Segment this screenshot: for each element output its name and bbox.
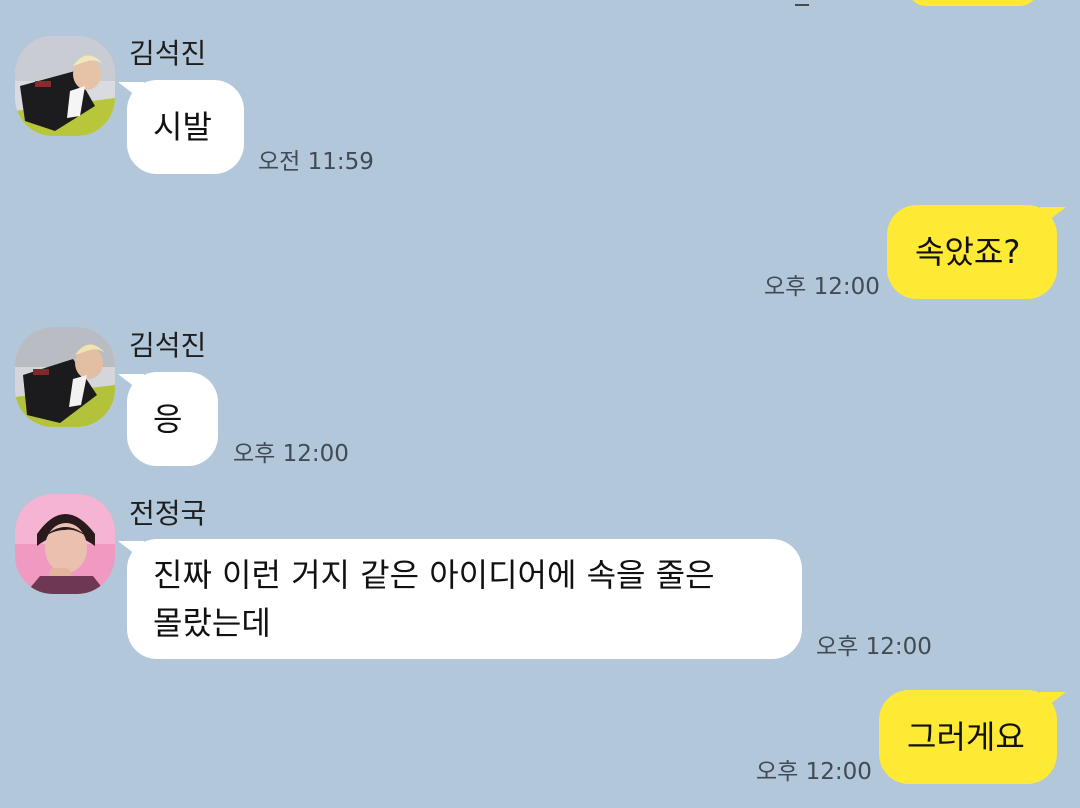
avatar-kim-seokjin[interactable] bbox=[15, 36, 115, 136]
message-timestamp: 오후 12:00 bbox=[764, 274, 880, 300]
message-text: 시발 bbox=[153, 108, 212, 146]
message-bubble-incoming[interactable]: 시발 bbox=[118, 80, 244, 174]
avatar-photo-kim-seokjin bbox=[15, 36, 115, 136]
message-timestamp: 오전 11:59 bbox=[258, 149, 374, 175]
message-bubble-outgoing[interactable]: 속았죠? bbox=[887, 205, 1066, 299]
previous-message-bubble-partial bbox=[908, 0, 1038, 6]
message-timestamp: 오후 12:00 bbox=[816, 634, 932, 660]
message-text-line-2: 몰랐는데 bbox=[153, 604, 271, 642]
message-bubble-incoming[interactable]: 진짜 이런 거지 같은 아이디어에 속을 줄은 몰랐는데 bbox=[118, 539, 802, 659]
sender-name: 전정국 bbox=[129, 497, 207, 530]
previous-message-timestamp-partial bbox=[795, 4, 809, 6]
avatar-jeon-jungkook[interactable] bbox=[15, 494, 115, 594]
message-text: 응 bbox=[153, 400, 183, 438]
avatar-kim-seokjin[interactable] bbox=[15, 327, 115, 427]
message-bubble-outgoing[interactable]: 그러게요 bbox=[879, 690, 1066, 784]
sender-name: 김석진 bbox=[129, 329, 207, 362]
message-timestamp: 오후 12:00 bbox=[233, 441, 349, 467]
avatar-photo-kim-seokjin bbox=[15, 327, 115, 427]
message-text: 그러게요 bbox=[907, 718, 1025, 756]
avatar-photo-jeon-jungkook bbox=[15, 494, 115, 594]
message-text: 속았죠? bbox=[915, 233, 1021, 271]
sender-name: 김석진 bbox=[129, 37, 207, 70]
message-timestamp: 오후 12:00 bbox=[756, 759, 872, 785]
message-bubble-incoming[interactable]: 응 bbox=[118, 372, 218, 466]
message-text-line-1: 진짜 이런 거지 같은 아이디어에 속을 줄은 bbox=[153, 556, 715, 594]
